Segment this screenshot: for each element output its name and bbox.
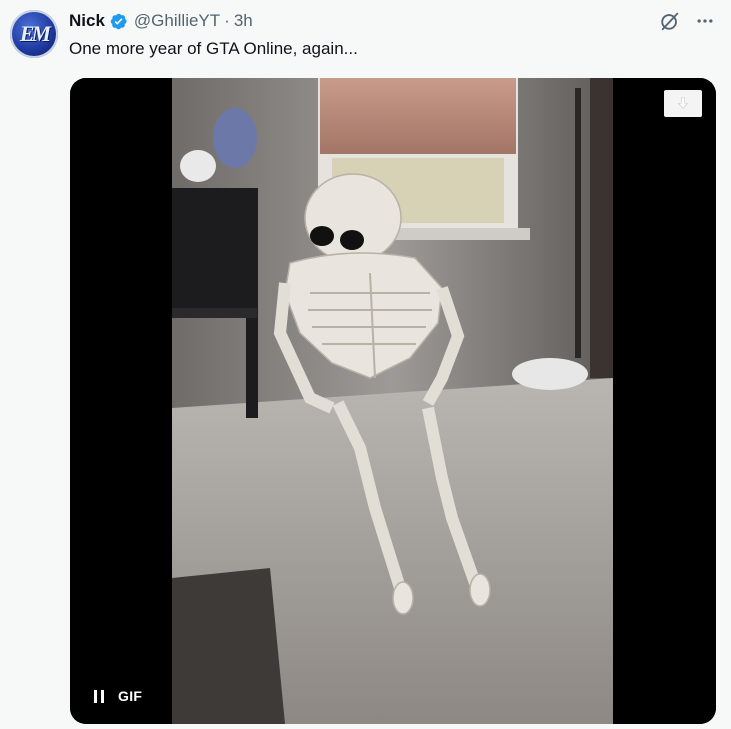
verified-badge-icon[interactable] (109, 12, 128, 31)
more-icon[interactable] (695, 11, 715, 31)
grok-icon[interactable] (659, 10, 681, 32)
top-actions (659, 10, 715, 32)
download-icon (677, 96, 689, 109)
pause-icon (94, 689, 104, 703)
gif-media[interactable]: GIF (70, 78, 716, 724)
author-name[interactable]: Nick (69, 11, 105, 31)
author-handle[interactable]: @GhillieYT (134, 11, 220, 31)
gif-controls: GIF (92, 688, 142, 704)
tweet-header: Nick @GhillieYT · 3h (69, 10, 253, 32)
gif-frame-image (70, 78, 716, 724)
download-button[interactable] (664, 90, 702, 117)
tweet-timestamp[interactable]: 3h (234, 11, 253, 31)
pause-button[interactable] (92, 689, 106, 703)
header-separator: · (224, 11, 230, 30)
avatar-logo-text: EM (19, 21, 51, 46)
gif-badge: GIF (118, 688, 143, 704)
author-avatar[interactable]: EM (10, 10, 58, 58)
tweet[interactable]: EM Nick @GhillieYT · 3h One more year of… (0, 0, 731, 729)
tweet-text: One more year of GTA Online, again... (69, 39, 358, 58)
